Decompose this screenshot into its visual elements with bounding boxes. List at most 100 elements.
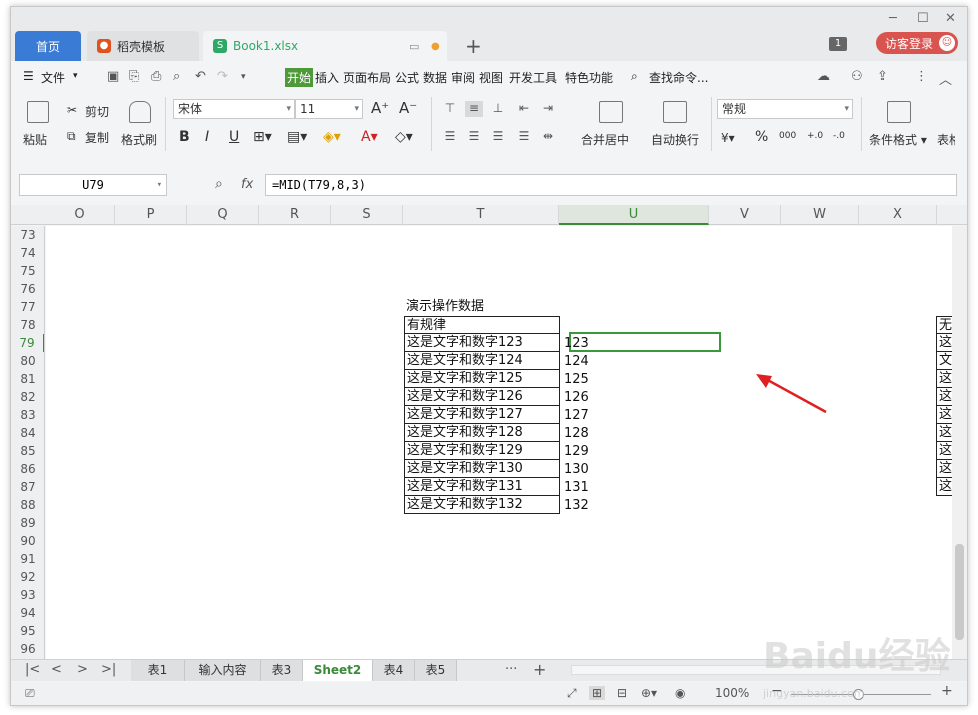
increase-font-icon[interactable]: A⁺ bbox=[371, 99, 389, 117]
partial-cell[interactable]: 这 bbox=[936, 424, 952, 442]
guest-login-button[interactable]: 访客登录 ☺ bbox=[876, 32, 958, 54]
page-break-view-icon[interactable]: ⊟ bbox=[617, 686, 627, 700]
cut-icon[interactable]: ✂ bbox=[67, 103, 77, 117]
indent-increase-icon[interactable]: ⇥ bbox=[539, 101, 557, 117]
partial-cell[interactable]: 这 bbox=[936, 334, 952, 352]
save-icon[interactable]: ▣ bbox=[107, 69, 119, 84]
result-cell[interactable]: 126 bbox=[562, 389, 712, 407]
row-header-89[interactable]: 89 bbox=[11, 514, 44, 532]
source-cell[interactable]: 这是文字和数字128 bbox=[404, 424, 560, 442]
menu-formula[interactable]: 公式 bbox=[395, 69, 419, 86]
fx-button[interactable]: fx bbox=[241, 177, 253, 192]
column-header-U[interactable]: U bbox=[559, 205, 709, 225]
zoom-search-icon[interactable]: ⌕ bbox=[215, 176, 223, 192]
italic-icon[interactable]: I bbox=[205, 129, 209, 145]
vertical-scroll-thumb[interactable] bbox=[955, 544, 964, 640]
row-header-73[interactable]: 73 bbox=[11, 226, 44, 244]
row-header-87[interactable]: 87 bbox=[11, 478, 44, 496]
result-cell[interactable]: 131 bbox=[562, 479, 712, 497]
row-header-79[interactable]: 79 bbox=[11, 334, 44, 352]
merge-center-icon[interactable] bbox=[599, 101, 623, 123]
column-header-O[interactable]: O bbox=[45, 205, 115, 225]
cell-table-title[interactable]: 演示操作数据 bbox=[404, 298, 564, 316]
clear-format-icon[interactable]: ◇▾ bbox=[395, 129, 413, 145]
row-header-76[interactable]: 76 bbox=[11, 280, 44, 298]
share-user-icon[interactable]: ⚇ bbox=[851, 69, 863, 84]
row-header-96[interactable]: 96 bbox=[11, 640, 44, 658]
paste-icon[interactable] bbox=[27, 101, 49, 123]
search-icon[interactable]: ⌕ bbox=[631, 69, 638, 84]
customize-toolbar-icon[interactable]: ▾ bbox=[241, 72, 246, 82]
source-cell[interactable]: 这是文字和数字127 bbox=[404, 406, 560, 424]
conditional-format-button[interactable]: 条件格式 ▾ bbox=[869, 131, 927, 148]
next-sheet-icon[interactable]: > bbox=[77, 662, 88, 677]
minimize-button[interactable]: ─ bbox=[889, 11, 897, 26]
row-header-84[interactable]: 84 bbox=[11, 424, 44, 442]
column-header-S[interactable]: S bbox=[331, 205, 403, 225]
tab-home[interactable]: 首页 bbox=[15, 31, 81, 61]
row-header-82[interactable]: 82 bbox=[11, 388, 44, 406]
chevron-down-icon[interactable]: ▾ bbox=[157, 175, 162, 195]
zoom-in-icon[interactable]: + bbox=[941, 683, 953, 699]
row-header-86[interactable]: 86 bbox=[11, 460, 44, 478]
source-cell[interactable]: 这是文字和数字126 bbox=[404, 388, 560, 406]
font-color-icon[interactable]: A▾ bbox=[361, 129, 378, 145]
tab-daoke-templates[interactable]: ● 稻壳模板 bbox=[87, 31, 199, 61]
copy-button[interactable]: 复制 bbox=[85, 129, 109, 146]
chevron-down-icon[interactable]: ▾ bbox=[73, 71, 78, 81]
menu-data[interactable]: 数据 bbox=[423, 69, 447, 86]
sheet-tab[interactable]: Sheet2 bbox=[303, 660, 373, 681]
align-middle-icon[interactable]: ≡ bbox=[465, 101, 483, 117]
source-cell[interactable]: 这是文字和数字124 bbox=[404, 352, 560, 370]
indent-decrease-icon[interactable]: ⇤ bbox=[515, 101, 533, 117]
font-name-select[interactable]: 宋体 ▾ bbox=[173, 99, 295, 119]
fullscreen-icon[interactable]: ⤢ bbox=[567, 686, 577, 701]
new-tab-button[interactable]: + bbox=[465, 31, 482, 61]
source-cell[interactable]: 这是文字和数字123 bbox=[404, 334, 560, 352]
add-sheet-icon[interactable]: + bbox=[533, 660, 546, 679]
table-style-button[interactable]: 表格 bbox=[937, 131, 955, 148]
redo-icon[interactable]: ↷ bbox=[217, 69, 228, 84]
partial-cell[interactable]: 这 bbox=[936, 406, 952, 424]
row-header-93[interactable]: 93 bbox=[11, 586, 44, 604]
partial-cell[interactable]: 这 bbox=[936, 478, 952, 496]
row-header-78[interactable]: 78 bbox=[11, 316, 44, 334]
row-header-92[interactable]: 92 bbox=[11, 568, 44, 586]
format-painter-icon[interactable] bbox=[129, 101, 151, 123]
name-box[interactable]: U79 ▾ bbox=[19, 174, 167, 196]
decrease-font-icon[interactable]: A⁻ bbox=[399, 99, 417, 117]
wrap-text-icon[interactable] bbox=[663, 101, 687, 123]
border-icon[interactable]: ⊞▾ bbox=[253, 129, 272, 145]
more-icon[interactable]: ⋮ bbox=[915, 69, 928, 84]
result-cell[interactable]: 123 bbox=[562, 335, 712, 353]
sheet-tab[interactable]: 输入内容 bbox=[185, 660, 261, 681]
vertical-scrollbar[interactable] bbox=[952, 226, 967, 660]
menu-insert[interactable]: 插入 bbox=[315, 69, 339, 86]
hamburger-icon[interactable]: ☰ bbox=[23, 69, 34, 83]
column-header-Q[interactable]: Q bbox=[187, 205, 259, 225]
formula-input[interactable]: =MID(T79,8,3) bbox=[265, 174, 957, 196]
command-search[interactable]: 查找命令... bbox=[649, 69, 708, 86]
conditional-format-icon[interactable] bbox=[887, 101, 911, 123]
partial-cell[interactable]: 这 bbox=[936, 460, 952, 478]
undo-icon[interactable]: ↶ bbox=[195, 69, 206, 84]
source-cell[interactable]: 这是文字和数字132 bbox=[404, 496, 560, 514]
sheet-tab[interactable]: 表1 bbox=[131, 660, 185, 681]
source-cell[interactable]: 这是文字和数字129 bbox=[404, 442, 560, 460]
source-cell[interactable]: 这是文字和数字125 bbox=[404, 370, 560, 388]
fill-color-icon[interactable]: ◈▾ bbox=[323, 129, 341, 145]
menu-start[interactable]: 开始 bbox=[285, 68, 314, 87]
select-all-corner[interactable] bbox=[11, 205, 45, 225]
page-layout-view-icon[interactable]: ⊕▾ bbox=[641, 686, 657, 700]
eye-protection-icon[interactable]: ◉ bbox=[675, 686, 685, 700]
normal-view-icon[interactable]: ⊞ bbox=[589, 686, 606, 700]
menu-page-layout[interactable]: 页面布局 bbox=[343, 69, 391, 86]
column-header-R[interactable]: R bbox=[259, 205, 331, 225]
row-header-83[interactable]: 83 bbox=[11, 406, 44, 424]
merge-center-button[interactable]: 合并居中 bbox=[581, 131, 629, 148]
zoom-level[interactable]: 100% bbox=[715, 686, 749, 700]
more-sheets-icon[interactable]: ··· bbox=[505, 662, 517, 677]
percent-icon[interactable]: % bbox=[755, 129, 768, 145]
result-cell[interactable]: 124 bbox=[562, 353, 712, 371]
row-header-77[interactable]: 77 bbox=[11, 298, 44, 316]
